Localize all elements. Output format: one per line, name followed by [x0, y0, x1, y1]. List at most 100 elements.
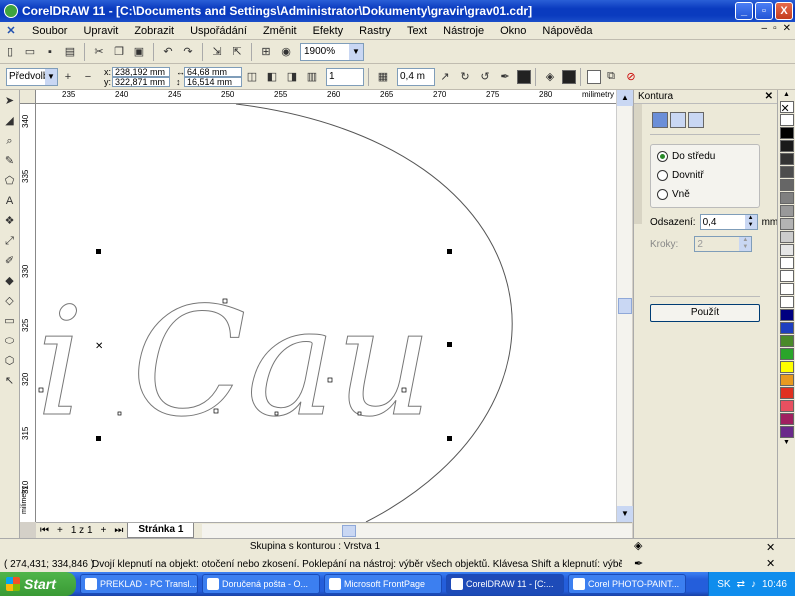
eyedropper-icon[interactable]: ⤢ — [2, 233, 18, 250]
task-photopaint[interactable]: Corel PHOTO-PAINT... — [568, 574, 686, 594]
menu-efekty[interactable]: Efekty — [305, 25, 352, 37]
pick-tool-icon[interactable]: ➤ — [2, 93, 18, 110]
height-field[interactable]: 16,514 mm — [184, 76, 242, 87]
option-inside[interactable]: Dovnitř — [657, 170, 704, 181]
freehand-tool-icon[interactable]: ✎ — [2, 153, 18, 170]
zoom-tool-icon[interactable]: ⌕ — [2, 133, 18, 150]
doc-minimize-icon[interactable]: – — [762, 23, 768, 34]
outline-color-swatch[interactable] — [517, 69, 531, 84]
contour-center-icon[interactable]: ◫ — [243, 68, 261, 86]
fill-none-icon[interactable]: ✕ — [766, 541, 775, 554]
horizontal-ruler[interactable]: 235 240 245 250 255 260 265 270 275 280 … — [36, 90, 616, 104]
maximize-button[interactable]: ▫ — [755, 2, 773, 20]
horizontal-scroll-thumb[interactable] — [342, 524, 357, 537]
outline-tool-icon[interactable]: ✐ — [2, 253, 18, 270]
menu-zmenit[interactable]: Změnit — [255, 25, 305, 37]
color-swatch[interactable] — [779, 257, 794, 269]
acceleration-mode-icon[interactable] — [688, 112, 704, 128]
color-swatch[interactable] — [779, 114, 794, 126]
copy-icon[interactable]: ❐ — [110, 43, 128, 61]
fill-bucket-icon[interactable]: ◈ — [541, 68, 559, 86]
steps-field[interactable]: 1 — [326, 67, 364, 86]
minimize-button[interactable]: _ — [735, 2, 753, 20]
doc-close-icon[interactable]: ✕ — [783, 23, 791, 34]
menu-zobrazit[interactable]: Zobrazit — [126, 25, 182, 37]
redo-icon[interactable]: ↷ — [179, 43, 197, 61]
shape-tool-icon[interactable]: ◢ — [2, 113, 18, 130]
color-swatch[interactable] — [779, 166, 794, 178]
color-swatch[interactable] — [779, 387, 794, 399]
clear-contour-icon[interactable]: ⊘ — [622, 68, 640, 86]
ruler-corner[interactable] — [20, 90, 36, 104]
rectangle-tool-icon[interactable]: ▭ — [2, 313, 18, 330]
remove-preset-icon[interactable]: − — [79, 68, 97, 86]
color-swatch-none[interactable]: ✕ — [779, 101, 794, 115]
document-menu-icon[interactable]: ✕ — [4, 24, 18, 38]
color-swatch[interactable] — [779, 361, 794, 373]
option-to-center[interactable]: Do středu — [657, 151, 715, 162]
pick-arrow-icon[interactable]: ↖ — [2, 373, 18, 390]
radio-outside[interactable] — [657, 189, 668, 200]
add-page-after-icon[interactable]: + — [97, 525, 111, 536]
task-coreldraw[interactable]: CorelDRAW 11 - [C:... — [446, 574, 564, 594]
cut-icon[interactable]: ✂ — [90, 43, 108, 61]
width-field[interactable]: 64,68 mm — [184, 66, 242, 77]
contour-outside-icon[interactable]: ◨ — [283, 68, 301, 86]
menu-nastroje[interactable]: Nástroje — [435, 25, 492, 37]
task-outlook[interactable]: Doručená pošta - O... — [202, 574, 320, 594]
color-swatch[interactable] — [779, 205, 794, 217]
color-swatch[interactable] — [779, 400, 794, 412]
color-mode-icon[interactable] — [670, 112, 686, 128]
drawing-canvas[interactable]: i Cau ✕ — [36, 104, 616, 522]
color-swatch[interactable] — [779, 192, 794, 204]
color-swatch[interactable] — [779, 218, 794, 230]
scroll-up-icon[interactable]: ▲ — [617, 90, 633, 106]
clock[interactable]: 10:46 — [762, 579, 787, 590]
import-icon[interactable]: ⇲ — [208, 43, 226, 61]
new-document-icon[interactable]: ▯ — [1, 43, 19, 61]
vertical-ruler[interactable]: 340 335 330 325 320 315 310 milimetry — [20, 104, 36, 522]
steps-icon[interactable]: ▥ — [303, 68, 321, 86]
palette-down-icon[interactable]: ▼ — [780, 438, 794, 448]
page-tab[interactable]: Stránka 1 — [127, 523, 195, 538]
radio-to-center[interactable] — [657, 151, 668, 162]
application-launcher-icon[interactable]: ⊞ — [257, 43, 275, 61]
palette-up-icon[interactable]: ▲ — [780, 90, 794, 100]
radio-inside[interactable] — [657, 170, 668, 181]
menu-soubor[interactable]: Soubor — [24, 25, 75, 37]
copy-contour-icon[interactable]: ⧉ — [602, 68, 620, 86]
open-icon[interactable]: ▭ — [21, 43, 39, 61]
offset-stepper[interactable]: 0,4 ▲ ▼ — [699, 214, 758, 230]
ellipse-tool-icon[interactable]: ⬭ — [2, 333, 18, 350]
end-fill-swatch[interactable] — [587, 69, 601, 84]
interactive-fill-icon[interactable]: ◇ — [2, 293, 18, 310]
zoom-level-combo[interactable]: 1900% ▼ — [300, 42, 364, 61]
color-swatch[interactable] — [779, 309, 794, 321]
scroll-down-icon[interactable]: ▼ — [617, 506, 633, 522]
paste-icon[interactable]: ▣ — [130, 43, 148, 61]
docker-side-tab[interactable] — [634, 104, 642, 224]
chevron-down-icon[interactable]: ▼ — [349, 43, 363, 60]
color-swatch[interactable] — [779, 413, 794, 425]
corel-online-icon[interactable]: ◉ — [277, 43, 295, 61]
color-swatch[interactable] — [779, 127, 794, 139]
outline-none-icon[interactable]: ✕ — [766, 557, 775, 570]
menu-usporadani[interactable]: Uspořádání — [182, 25, 255, 37]
outline-width-field[interactable]: 0,4 m — [397, 67, 435, 86]
center-marker-icon[interactable]: ✕ — [95, 341, 103, 352]
task-preklad[interactable]: PREKLAD - PC Transl... — [80, 574, 198, 594]
task-frontpage[interactable]: Microsoft FrontPage — [324, 574, 442, 594]
color-swatch[interactable] — [779, 296, 794, 308]
menu-rastry[interactable]: Rastry — [351, 25, 399, 37]
smart-fill-icon[interactable]: ⬠ — [2, 173, 18, 190]
menu-upravit[interactable]: Upravit — [75, 25, 126, 37]
fill-color-swatch[interactable] — [562, 69, 576, 84]
counterclockwise-color-icon[interactable]: ↺ — [476, 68, 494, 86]
vertical-scrollbar[interactable]: ▲ ▼ — [616, 90, 633, 522]
interactive-blend-icon[interactable]: ❖ — [2, 213, 18, 230]
color-swatch[interactable] — [779, 322, 794, 334]
horizontal-scrollbar[interactable] — [202, 523, 632, 538]
steps-mode-icon[interactable] — [652, 112, 668, 128]
last-page-icon[interactable]: ⏭ — [110, 525, 127, 536]
menu-napoveda[interactable]: Nápověda — [534, 25, 600, 37]
